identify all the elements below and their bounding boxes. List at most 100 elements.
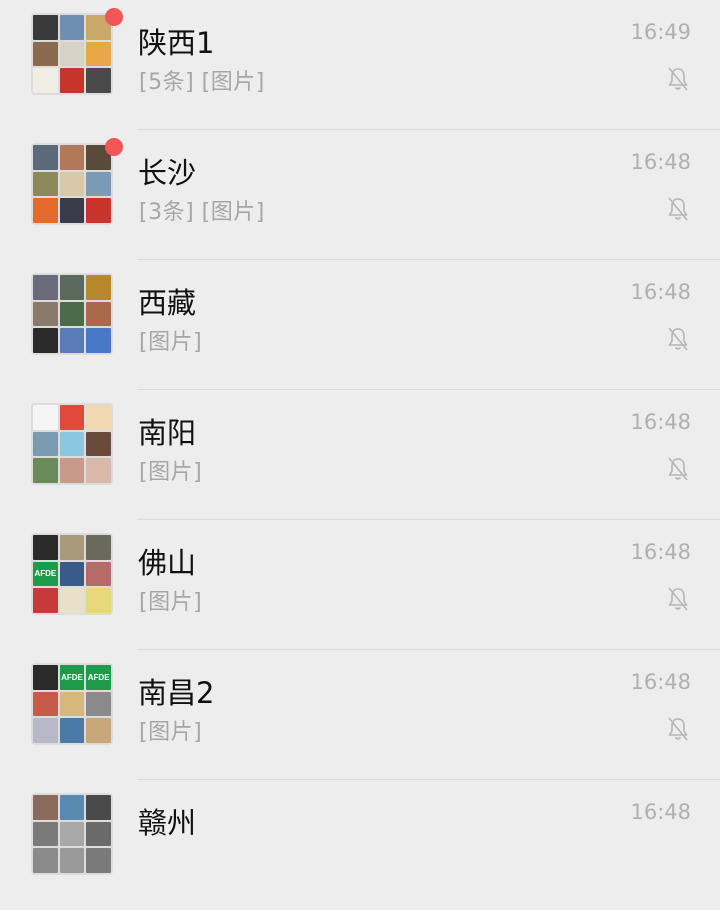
avatar-thumb bbox=[33, 795, 58, 820]
avatar-thumb bbox=[59, 171, 85, 197]
avatar-thumb bbox=[33, 301, 58, 327]
chat-preview: [图片] bbox=[139, 720, 203, 745]
chat-row[interactable]: 陕西1 [5条] [图片] 16:49 bbox=[0, 0, 720, 130]
avatar-tag: AFDE bbox=[87, 672, 110, 682]
avatar-thumb bbox=[86, 68, 111, 93]
avatar-thumb bbox=[33, 405, 58, 430]
avatar-thumb bbox=[59, 15, 85, 40]
avatar-thumb bbox=[59, 431, 85, 457]
group-avatar[interactable] bbox=[31, 793, 113, 875]
avatar-thumb bbox=[33, 145, 58, 170]
avatar-thumb bbox=[33, 821, 58, 847]
avatar-thumb bbox=[86, 821, 111, 847]
chat-name: 南昌2 bbox=[138, 676, 215, 710]
avatar-thumb bbox=[86, 405, 111, 430]
chat-preview: [5条] [图片] bbox=[139, 70, 265, 95]
bell-slash-icon bbox=[668, 327, 688, 351]
unread-dot bbox=[105, 138, 123, 156]
avatar-thumb bbox=[33, 431, 58, 457]
chat-time: 16:48 bbox=[630, 410, 691, 434]
avatar-thumb bbox=[86, 458, 111, 483]
avatar-thumb bbox=[33, 198, 58, 223]
avatar-thumb bbox=[33, 458, 58, 483]
chat-time: 16:48 bbox=[630, 800, 691, 824]
avatar-thumb bbox=[86, 301, 111, 327]
avatar-thumb bbox=[59, 68, 85, 93]
avatar-thumb bbox=[86, 691, 111, 717]
avatar-thumb bbox=[59, 718, 85, 743]
chat-time: 16:49 bbox=[630, 20, 691, 44]
chat-name: 南阳 bbox=[138, 416, 197, 450]
avatar-thumb bbox=[33, 328, 58, 353]
avatar-thumb bbox=[86, 275, 111, 300]
bell-slash-icon bbox=[668, 717, 688, 741]
avatar-thumb bbox=[86, 198, 111, 223]
avatar-thumb bbox=[59, 848, 85, 873]
avatar-thumb bbox=[33, 665, 58, 690]
chat-row[interactable]: 赣州 16:48 bbox=[0, 780, 720, 910]
avatar-thumb: AFDE bbox=[86, 665, 111, 690]
avatar-thumb bbox=[59, 535, 85, 560]
chat-row[interactable]: 南阳 [图片] 16:48 bbox=[0, 390, 720, 520]
group-avatar[interactable] bbox=[31, 13, 113, 95]
avatar-tag: AFDE bbox=[61, 672, 83, 682]
avatar-thumb bbox=[59, 821, 85, 847]
group-avatar[interactable]: AFDE AFDE bbox=[31, 663, 113, 745]
chat-time: 16:48 bbox=[630, 670, 691, 694]
avatar-tag: AFDE bbox=[34, 569, 57, 579]
avatar-thumb bbox=[59, 795, 85, 820]
group-avatar[interactable] bbox=[31, 403, 113, 485]
avatar-thumb: AFDE bbox=[33, 561, 58, 587]
bell-slash-icon bbox=[668, 457, 688, 481]
chat-row[interactable]: AFDE 佛山 [图片] 16:48 bbox=[0, 520, 720, 650]
bell-slash-icon bbox=[668, 67, 688, 91]
chat-name: 佛山 bbox=[138, 546, 197, 580]
avatar-thumb bbox=[33, 15, 58, 40]
chat-name: 长沙 bbox=[138, 156, 197, 190]
avatar-thumb bbox=[59, 145, 85, 170]
chat-name: 赣州 bbox=[138, 806, 197, 840]
chat-time: 16:48 bbox=[630, 540, 691, 564]
avatar-thumb bbox=[59, 275, 85, 300]
bell-slash-icon bbox=[668, 587, 688, 611]
avatar-thumb bbox=[86, 535, 111, 560]
chat-time: 16:48 bbox=[630, 150, 691, 174]
group-avatar[interactable]: AFDE bbox=[31, 533, 113, 615]
chat-row[interactable]: 长沙 [3条] [图片] 16:48 bbox=[0, 130, 720, 260]
avatar-thumb bbox=[33, 718, 58, 743]
avatar-thumb bbox=[59, 588, 85, 613]
avatar-thumb bbox=[59, 41, 85, 67]
avatar-thumb bbox=[86, 588, 111, 613]
avatar-thumb bbox=[86, 561, 111, 587]
avatar-thumb bbox=[86, 718, 111, 743]
avatar-thumb bbox=[33, 535, 58, 560]
avatar-thumb bbox=[33, 588, 58, 613]
unread-dot bbox=[105, 8, 123, 26]
avatar-thumb bbox=[59, 328, 85, 353]
group-avatar[interactable] bbox=[31, 143, 113, 225]
avatar-thumb bbox=[59, 301, 85, 327]
avatar-thumb bbox=[33, 41, 58, 67]
avatar-thumb bbox=[59, 198, 85, 223]
avatar-thumb bbox=[86, 848, 111, 873]
avatar-thumb bbox=[59, 561, 85, 587]
avatar-thumb bbox=[33, 691, 58, 717]
avatar-thumb bbox=[86, 41, 111, 67]
bell-slash-icon bbox=[668, 197, 688, 221]
chat-preview: [图片] bbox=[139, 590, 203, 615]
chat-time: 16:48 bbox=[630, 280, 691, 304]
chat-row[interactable]: AFDE AFDE 南昌2 [图片] 16:48 bbox=[0, 650, 720, 780]
avatar-thumb bbox=[86, 795, 111, 820]
avatar-thumb bbox=[33, 275, 58, 300]
avatar-thumb: AFDE bbox=[59, 665, 85, 690]
group-avatar[interactable] bbox=[31, 273, 113, 355]
chat-name: 陕西1 bbox=[138, 26, 215, 60]
avatar-thumb bbox=[59, 405, 85, 430]
chat-preview: [图片] bbox=[139, 330, 203, 355]
avatar-thumb bbox=[86, 431, 111, 457]
avatar-thumb bbox=[86, 328, 111, 353]
chat-preview: [图片] bbox=[139, 460, 203, 485]
avatar-thumb bbox=[59, 458, 85, 483]
chat-row[interactable]: 西藏 [图片] 16:48 bbox=[0, 260, 720, 390]
chat-list: 陕西1 [5条] [图片] 16:49 长沙 [3条] [图片] 16:48 西… bbox=[0, 0, 720, 875]
